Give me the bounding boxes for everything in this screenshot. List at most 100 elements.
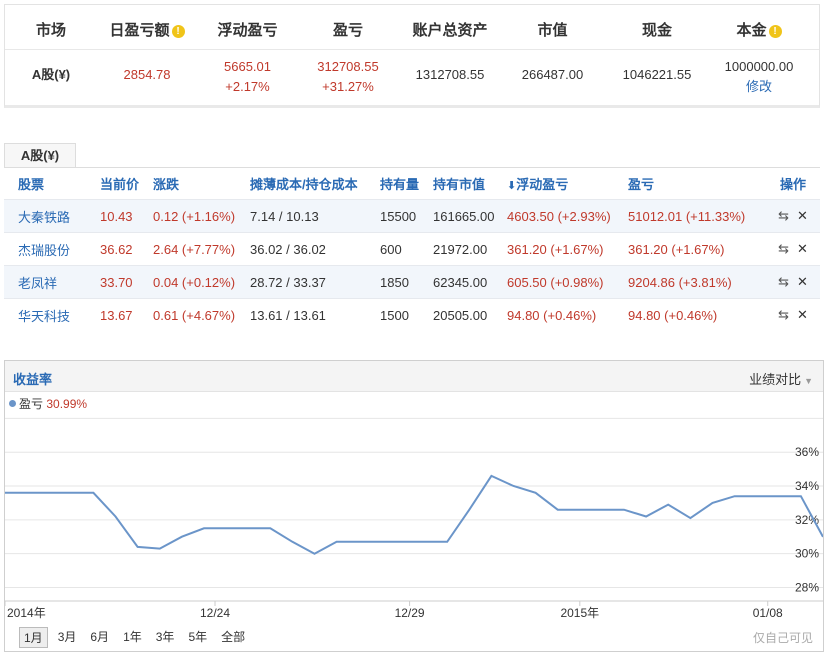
range-button[interactable]: 6月 — [86, 627, 113, 648]
range-button[interactable]: 1年 — [119, 627, 146, 648]
column-header-2[interactable]: 涨跌 — [153, 174, 250, 193]
summary-header-label: 浮动盈亏 — [217, 22, 278, 39]
holdings-header-row: 股票 当前价 涨跌 摊薄成本/持仓成本 持有量 持有市值 ⬇浮动盈亏 盈亏 操作 — [4, 168, 820, 199]
summary-header-label: 市场 — [35, 22, 66, 39]
account-summary: 市场 日盈亏额! 浮动盈亏 盈亏 账户总资产 市值 现金 本金! A股(¥) 2854.78 … — [4, 4, 820, 108]
cell-pnl: 361.20 (+1.67%) — [628, 241, 725, 257]
cell-price: 33.70 — [100, 274, 133, 290]
principal-cell: 1000000.00 修改 — [711, 53, 807, 105]
cell-qty: 600 — [380, 241, 402, 257]
cell-value: 161665.00 — [433, 208, 495, 224]
cell-float-pnl: 94.80 (+0.46%) — [507, 307, 597, 323]
close-icon[interactable]: ✕ — [797, 307, 808, 322]
info-icon[interactable]: ! — [171, 25, 185, 38]
cell-qty: 15500 — [380, 208, 417, 224]
cell-qty: 1850 — [380, 274, 409, 290]
column-header-3[interactable]: 摊薄成本/持仓成本 — [250, 174, 380, 193]
return-series-line — [5, 474, 823, 555]
column-header-4[interactable]: 持有量 — [380, 174, 433, 193]
column-header-8[interactable]: 操作 — [766, 174, 820, 193]
sort-down-icon: ⬇ — [507, 180, 517, 192]
cell-value: 20505.00 — [433, 307, 488, 323]
column-header-7[interactable]: 盈亏 — [628, 174, 766, 193]
summary-header-label: 现金 — [641, 22, 672, 39]
cell-cost: 13.61 / 13.61 — [250, 307, 326, 323]
summary-header-5: 市值 — [502, 13, 603, 49]
swap-icon[interactable]: ⇆ — [778, 307, 789, 322]
column-header-label: 持有市值 — [433, 177, 486, 192]
info-icon[interactable]: ! — [768, 25, 782, 38]
cell-pnl: 9204.86 (+3.81%) — [628, 274, 732, 290]
stock-name-link[interactable]: 华天科技 — [4, 306, 100, 325]
row-actions: ⇆ ✕ — [766, 307, 820, 323]
summary-header-3: 盈亏 — [298, 13, 398, 49]
cell-change: 0.12 (+1.16%) — [153, 208, 236, 224]
range-button[interactable]: 5年 — [184, 627, 211, 648]
pnl-value: 312708.55 — [317, 59, 379, 74]
total-assets-value: 1312708.55 — [415, 67, 485, 82]
pnl-pct: +31.27% — [322, 79, 374, 94]
column-header-label: 摊薄成本/持仓成本 — [250, 177, 358, 192]
stock-name-link[interactable]: 老凤祥 — [4, 273, 100, 292]
column-header-0[interactable]: 股票 — [4, 174, 100, 193]
swap-icon[interactable]: ⇆ — [778, 274, 789, 289]
y-tick-label: 30% — [795, 547, 819, 561]
tab-a-shares[interactable]: A股(¥) — [4, 143, 76, 168]
return-line-chart: 28%30%32%34%36%2014年 12/24 12/29 2015年 01/08… — [5, 417, 823, 620]
holdings-table: 股票 当前价 涨跌 摊薄成本/持仓成本 持有量 持有市值 ⬇浮动盈亏 盈亏 操作 大秦铁路 10.… — [4, 168, 820, 331]
column-header-1[interactable]: 当前价 — [100, 174, 153, 193]
cell-cost: 28.72 / 33.37 — [250, 274, 326, 290]
cell-price: 13.67 — [100, 307, 133, 323]
market-value-value: 266487.00 — [521, 67, 584, 82]
range-button[interactable]: 1月 — [19, 627, 48, 648]
close-icon[interactable]: ✕ — [797, 208, 808, 223]
cell-float-pnl: 4603.50 (+2.93%) — [507, 208, 611, 224]
column-header-label: 操作 — [779, 177, 806, 192]
close-icon[interactable]: ✕ — [797, 274, 808, 289]
edit-principal-link[interactable]: 修改 — [711, 77, 807, 97]
table-row: 大秦铁路 10.43 0.12 (+1.16%) 7.14 / 10.13 15500 1… — [4, 199, 820, 232]
summary-header-row: 市场 日盈亏额! 浮动盈亏 盈亏 账户总资产 市值 现金 本金! — [5, 13, 819, 50]
principal-value: 1000000.00 — [724, 59, 794, 74]
column-header-label: 盈亏 — [628, 177, 655, 192]
x-tick-label: 2014年 — [7, 606, 46, 620]
column-header-6[interactable]: ⬇浮动盈亏 — [507, 174, 628, 193]
column-header-5[interactable]: 持有市值 — [433, 174, 507, 193]
swap-icon[interactable]: ⇆ — [778, 208, 789, 223]
float-pnl-pct: +2.17% — [225, 79, 270, 94]
cell-pnl: 51012.01 (+11.33%) — [628, 208, 746, 224]
column-header-label: 浮动盈亏 — [516, 177, 569, 192]
y-tick-label: 36% — [795, 445, 819, 459]
stock-name-link[interactable]: 杰瑞股份 — [4, 240, 100, 259]
float-pnl-value: 5665.01 — [224, 59, 271, 74]
summary-header-1: 日盈亏额! — [97, 13, 197, 49]
cell-pnl: 94.80 (+0.46%) — [628, 307, 718, 323]
range-button[interactable]: 全部 — [217, 627, 249, 648]
cell-qty: 1500 — [380, 307, 409, 323]
holdings-body: 大秦铁路 10.43 0.12 (+1.16%) 7.14 / 10.13 15500 1… — [4, 199, 820, 331]
row-actions: ⇆ ✕ — [766, 208, 820, 224]
summary-header-6: 现金 — [603, 13, 711, 49]
close-icon[interactable]: ✕ — [797, 241, 808, 256]
summary-value-row: A股(¥) 2854.78 5665.01 +2.17% 312708.55 +… — [5, 53, 819, 105]
stock-name-link[interactable]: 大秦铁路 — [4, 207, 100, 226]
row-actions: ⇆ ✕ — [766, 274, 820, 290]
cell-price: 10.43 — [100, 208, 133, 224]
pnl-cell: 312708.55 +31.27% — [298, 53, 398, 105]
cell-cost: 36.02 / 36.02 — [250, 241, 326, 257]
cell-float-pnl: 361.20 (+1.67%) — [507, 241, 604, 257]
summary-header-label: 盈亏 — [332, 22, 363, 39]
cell-change: 0.04 (+0.12%) — [153, 274, 236, 290]
cell-cost: 7.14 / 10.13 — [250, 208, 319, 224]
cell-price: 36.62 — [100, 241, 133, 257]
x-tick-label: 2015年 — [560, 606, 599, 620]
x-tick-label: 12/29 — [395, 606, 425, 620]
swap-icon[interactable]: ⇆ — [778, 241, 789, 256]
range-selector: 1月 3月 6月 1年 3年 5年 全部 — [19, 627, 249, 648]
summary-header-label: 本金 — [736, 22, 767, 39]
table-row: 杰瑞股份 36.62 2.64 (+7.77%) 36.02 / 36.02 600 21… — [4, 232, 820, 265]
range-button[interactable]: 3月 — [54, 627, 81, 648]
y-tick-label: 28% — [795, 580, 819, 594]
y-tick-label: 34% — [795, 479, 819, 493]
range-button[interactable]: 3年 — [152, 627, 179, 648]
